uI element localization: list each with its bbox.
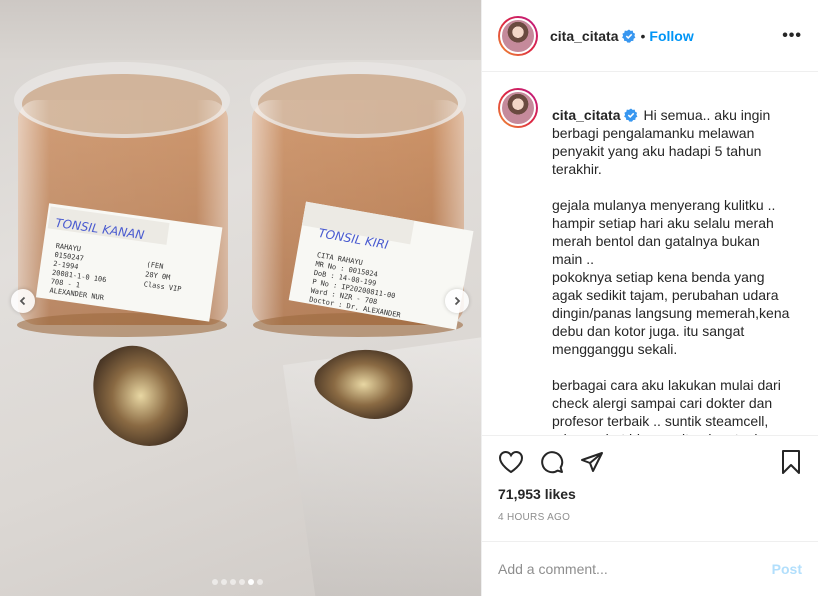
caption-body: cita_citata Hi semua.. aku ingin berbagi … xyxy=(552,88,792,435)
follow-button[interactable]: Follow xyxy=(649,28,693,44)
caption-username[interactable]: cita_citata xyxy=(552,107,620,123)
verified-badge-icon xyxy=(624,108,638,122)
carousel-dot xyxy=(212,579,218,585)
add-comment-bar: Post xyxy=(482,541,818,596)
save-button[interactable] xyxy=(780,449,802,475)
post-side-panel: cita_citata • Follow ••• cita_citata Hi s… xyxy=(481,0,818,596)
chevron-right-icon xyxy=(454,296,461,306)
right-tissue-specimen xyxy=(314,349,413,419)
speech-bubble-icon xyxy=(541,451,564,474)
more-horizontal-icon[interactable]: ••• xyxy=(782,27,802,45)
post-header: cita_citata • Follow ••• xyxy=(482,0,818,72)
carousel-dot xyxy=(239,579,245,585)
comment-button[interactable] xyxy=(540,450,564,474)
carousel-dots xyxy=(212,579,263,585)
carousel-dot xyxy=(248,579,254,585)
instagram-post: TONSIL KANAN RAHAYU 0150247 2-1994 20081… xyxy=(0,0,818,596)
like-button[interactable] xyxy=(498,450,524,474)
carousel-dot xyxy=(230,579,236,585)
comments-area[interactable]: cita_citata Hi semua.. aku ingin berbagi … xyxy=(482,72,818,435)
post-actions-section: 71,953 likes 4 HOURS AGO xyxy=(482,435,818,541)
heart-outline-icon xyxy=(498,450,524,474)
carousel-dot xyxy=(257,579,263,585)
post-photo[interactable]: TONSIL KANAN RAHAYU 0150247 2-1994 20081… xyxy=(0,0,481,596)
bookmark-icon xyxy=(782,450,800,474)
caption: cita_citata Hi semua.. aku ingin berbagi … xyxy=(498,88,802,435)
post-actions xyxy=(498,442,802,482)
avatar[interactable] xyxy=(498,15,538,56)
avatar[interactable] xyxy=(498,88,538,128)
post-comment-button[interactable]: Post xyxy=(772,561,802,577)
caption-paragraph: gejala mulanya menyerang kulitku .. hamp… xyxy=(552,197,790,357)
comment-input[interactable] xyxy=(498,561,772,577)
post-timestamp[interactable]: 4 HOURS AGO xyxy=(498,512,802,541)
left-tissue-specimen xyxy=(93,345,189,446)
header-username[interactable]: cita_citata xyxy=(550,28,618,44)
caption-paragraph: berbagai cara aku lakukan mulai dari che… xyxy=(552,377,781,435)
carousel-prev-button[interactable] xyxy=(11,289,35,313)
carousel-next-button[interactable] xyxy=(445,289,469,313)
share-button[interactable] xyxy=(580,450,604,474)
left-jar-label-side: (FEN 28Y 0M Class VIP xyxy=(143,260,185,295)
verified-badge-icon xyxy=(622,29,636,43)
paper-plane-icon xyxy=(581,452,603,472)
likes-count[interactable]: 71,953 likes xyxy=(498,486,802,502)
carousel-dot xyxy=(221,579,227,585)
chevron-left-icon xyxy=(19,296,26,306)
header-separator: • xyxy=(640,27,646,44)
